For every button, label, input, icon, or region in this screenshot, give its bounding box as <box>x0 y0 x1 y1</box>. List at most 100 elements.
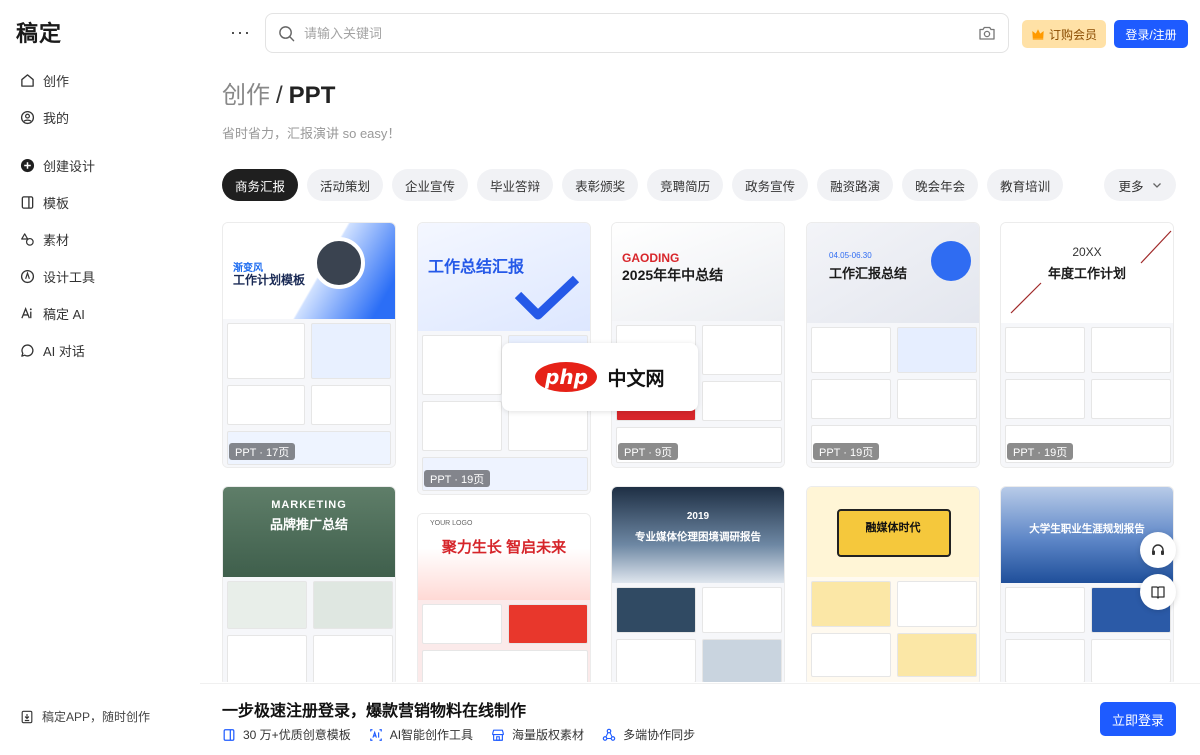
chat-icon <box>21 343 34 357</box>
sidebar: 稿定 创作 我的 创建设计 模板 素材 设计工具 稿定 AI AI 对话 稿定A… <box>0 0 200 755</box>
login-register-button[interactable]: 登录/注册 <box>1114 20 1188 48</box>
login-now-button[interactable]: 立即登录 <box>1100 702 1176 736</box>
watermark-text: 中文网 <box>607 368 665 390</box>
cover-lines <box>1010 230 1172 314</box>
template-icon <box>223 728 235 741</box>
feature-label: 多端协作同步 <box>623 728 696 742</box>
banner-title: 一步极速注册登录，爆款营销物料在线制作 <box>222 703 527 720</box>
card-slides-preview <box>223 577 395 682</box>
tab-government[interactable]: 政务宣传 <box>732 169 809 201</box>
card-slides-preview <box>418 600 590 682</box>
subscribe-vip-button[interactable]: 订购会员 <box>1022 20 1106 48</box>
camera-icon[interactable] <box>978 24 996 42</box>
card-kicker: GAODING <box>622 251 680 265</box>
page-count-badge: PPT · 19页 <box>424 470 491 487</box>
ai-pen-icon <box>21 306 32 318</box>
page-subtitle: 省时省力，汇报演讲 so easy！ <box>222 126 401 141</box>
sync-icon <box>602 728 616 741</box>
card-cover: MARKETING 品牌推广总结 <box>223 487 395 577</box>
sidebar-item-design-tools[interactable]: 设计工具 <box>20 265 95 287</box>
feature-item: 海量版权素材 <box>491 726 584 743</box>
chevron-down-icon <box>1152 183 1161 188</box>
sidebar-item-label: 模板 <box>43 195 70 211</box>
sidebar-item-create[interactable]: 创作 <box>20 69 69 91</box>
download-icon <box>21 710 33 723</box>
feature-label: AI智能创作工具 <box>389 728 474 742</box>
breadcrumb-separator: / <box>276 82 283 109</box>
more-menu-button[interactable]: ··· <box>230 22 251 42</box>
sidebar-item-templates[interactable]: 模板 <box>20 191 69 213</box>
card-kicker: 04.05-06.30 <box>829 251 872 260</box>
card-cover: 工作总结汇报 <box>418 223 590 331</box>
template-icon <box>21 195 34 209</box>
template-card[interactable]: 融媒体时代 <box>806 486 980 682</box>
tab-corporate-promo[interactable]: 企业宣传 <box>392 169 469 201</box>
compass-icon <box>20 269 35 283</box>
breadcrumb-category[interactable]: 创作 <box>222 82 270 110</box>
card-title: 融媒体时代 <box>865 522 921 534</box>
crown-icon <box>1032 29 1044 40</box>
feature-item: AI智能创作工具 <box>369 726 473 743</box>
template-card[interactable]: YOUR LOGO 聚力生长 智启未来 <box>417 513 591 682</box>
breadcrumb-current: PPT <box>288 82 336 109</box>
tab-awards[interactable]: 表彰颁奖 <box>562 169 639 201</box>
headset-icon <box>1152 544 1164 555</box>
search-icon <box>279 25 295 41</box>
sidebar-item-create-design[interactable]: 创建设计 <box>20 154 95 176</box>
card-kicker: 2019 <box>686 511 710 522</box>
category-tabs: 商务汇报 活动策划 企业宣传 毕业答辩 表彰颁奖 竞聘简历 政务宣传 融资路演 … <box>222 169 1064 201</box>
download-app-link[interactable]: 稿定APP，随时创作 <box>20 708 150 725</box>
guide-book-button[interactable] <box>1140 574 1176 610</box>
template-card[interactable]: 20XX 年度工作计划 PPT · 19页 <box>1000 222 1174 468</box>
tab-event-planning[interactable]: 活动策划 <box>307 169 384 201</box>
checkmark-graphic <box>514 275 580 320</box>
tab-graduation-defense[interactable]: 毕业答辩 <box>477 169 554 201</box>
card-cover: 20XX 年度工作计划 <box>1001 223 1173 323</box>
tab-roadshow[interactable]: 融资路演 <box>817 169 894 201</box>
sidebar-item-label: 稿定 AI <box>43 306 85 322</box>
tab-more-dropdown[interactable]: 更多 <box>1104 169 1176 201</box>
template-card[interactable]: MARKETING 品牌推广总结 <box>222 486 396 682</box>
feature-label: 海量版权素材 <box>512 728 585 742</box>
card-title: 工作汇报总结 <box>829 266 908 281</box>
sidebar-item-label: AI 对话 <box>43 343 85 359</box>
cover-photo <box>313 237 365 289</box>
template-card[interactable]: 渐变风 工作计划模板 PPT · 17页 <box>222 222 396 468</box>
sidebar-item-ai-chat[interactable]: AI 对话 <box>20 339 85 361</box>
template-card[interactable]: 04.05-06.30 工作汇报总结 PPT · 19页 <box>806 222 980 468</box>
sidebar-item-assets[interactable]: 素材 <box>20 228 69 250</box>
page-count-badge: PPT · 19页 <box>813 443 880 460</box>
sidebar-item-label: 创建设计 <box>43 158 96 174</box>
home-icon <box>21 73 34 87</box>
card-slides-preview <box>807 577 979 682</box>
tab-job-resume[interactable]: 竞聘简历 <box>647 169 724 201</box>
tab-more-label: 更多 <box>1118 179 1144 194</box>
page-title: 创作 / PPT <box>222 82 335 110</box>
search-input[interactable] <box>304 25 978 41</box>
sidebar-item-gaoding-ai[interactable]: 稿定 AI <box>20 302 85 324</box>
ai-icon <box>369 728 382 741</box>
tab-annual-party[interactable]: 晚会年会 <box>902 169 979 201</box>
plus-circle-icon <box>20 158 35 172</box>
card-title: 聚力生长 智启未来 <box>441 539 567 556</box>
cover-decoration <box>931 241 971 281</box>
card-title: 工作总结汇报 <box>428 259 525 276</box>
book-icon <box>1151 586 1165 599</box>
card-cover: GAODING 2025年年中总结 <box>612 223 784 321</box>
register-promo-banner: 一步极速注册登录，爆款营销物料在线制作 30 万+优质创意模板 AI智能创作工具… <box>200 683 1200 755</box>
card-cover: 渐变风 工作计划模板 <box>223 223 395 319</box>
sidebar-item-mine[interactable]: 我的 <box>20 106 69 128</box>
template-card[interactable]: 2019 专业媒体伦理困境调研报告 <box>611 486 785 682</box>
user-icon <box>20 110 35 124</box>
tab-education[interactable]: 教育培训 <box>987 169 1064 201</box>
tab-business-report[interactable]: 商务汇报 <box>222 169 299 201</box>
page-count-badge: PPT · 17页 <box>229 443 296 460</box>
banner-features: 30 万+优质创意模板 AI智能创作工具 海量版权素材 多端协作同步 <box>222 726 695 743</box>
brand-logo[interactable]: 稿定 <box>16 16 62 48</box>
customer-service-button[interactable] <box>1140 532 1176 568</box>
page-count-badge: PPT · 19页 <box>1007 443 1074 460</box>
vip-label: 订购会员 <box>1048 27 1097 42</box>
site-watermark: php 中文网 <box>502 343 698 411</box>
shapes-icon <box>21 232 34 246</box>
watermark-logo: php <box>535 362 598 392</box>
